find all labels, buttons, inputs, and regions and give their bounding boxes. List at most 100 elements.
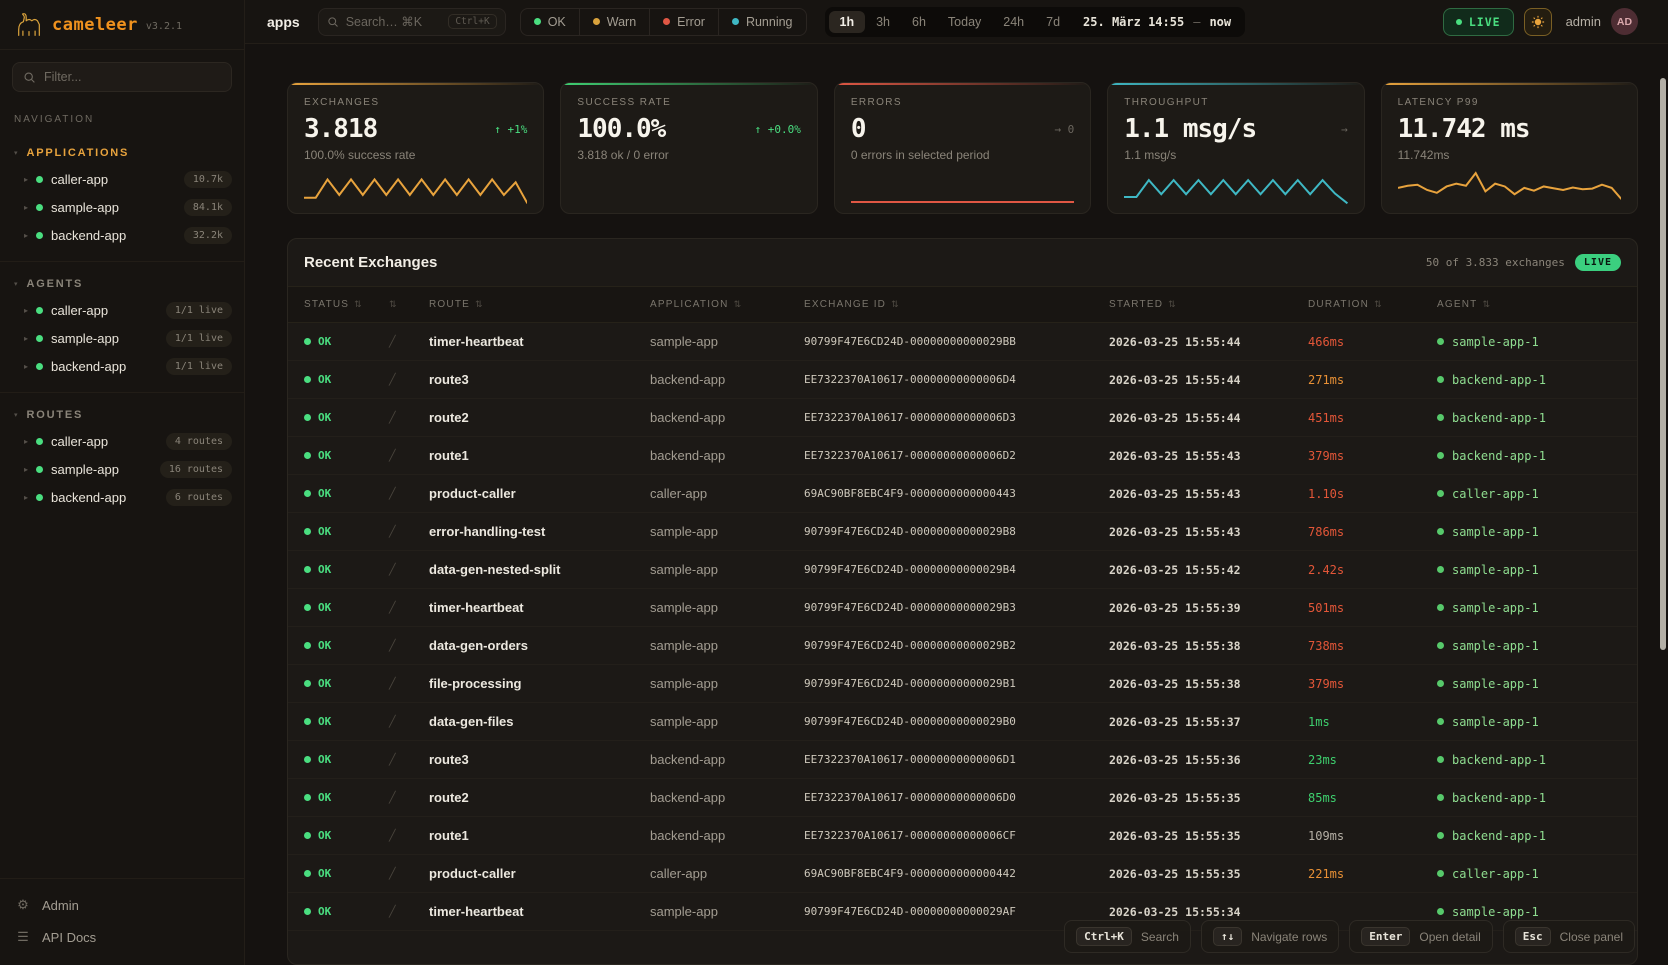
hint-close-panel: EscClose panel — [1503, 920, 1635, 953]
time-range-today[interactable]: Today — [937, 11, 992, 33]
table-row[interactable]: OK╱timer-heartbeatsample-app90799F47E6CD… — [288, 323, 1637, 361]
column-header-route[interactable]: ROUTE⇅ — [429, 299, 650, 310]
table-row[interactable]: OK╱data-gen-orderssample-app90799F47E6CD… — [288, 627, 1637, 665]
route-cell: route3 — [429, 752, 650, 767]
column-header-agent[interactable]: AGENT⇅ — [1437, 299, 1621, 310]
column-header-trend[interactable]: ⇅ — [389, 299, 429, 310]
sort-icon: ⇅ — [1168, 299, 1177, 310]
nav-section-agents: ▾AGENTS▸caller-app1/1 live▸sample-app1/1… — [0, 261, 244, 392]
stat-card-throughput[interactable]: THROUGHPUT1.1 msg/s→1.1 msg/s — [1107, 82, 1364, 214]
table-row[interactable]: OK╱route1backend-appEE7322370A10617-0000… — [288, 817, 1637, 855]
table-row[interactable]: OK╱error-handling-testsample-app90799F47… — [288, 513, 1637, 551]
scrollbar[interactable] — [1658, 0, 1668, 965]
table-row[interactable]: OK╱data-gen-filessample-app90799F47E6CD2… — [288, 703, 1637, 741]
agent-cell: backend-app-1 — [1437, 373, 1621, 387]
table-row[interactable]: OK╱route3backend-appEE7322370A10617-0000… — [288, 361, 1637, 399]
sidebar-item-label: caller-app — [51, 303, 158, 318]
sidebar-item-backend-app[interactable]: ▸backend-app1/1 live — [0, 352, 244, 380]
status-text: OK — [318, 525, 331, 538]
status-filter-ok[interactable]: OK — [521, 9, 579, 35]
sidebar-item-label: backend-app — [51, 490, 158, 505]
sidebar-item-caller-app[interactable]: ▸caller-app10.7k — [0, 165, 244, 193]
navigation-label: NAVIGATION — [0, 96, 244, 131]
agent-name: caller-app-1 — [1452, 487, 1539, 501]
sidebar-item-backend-app[interactable]: ▸backend-app6 routes — [0, 483, 244, 511]
section-header-agents[interactable]: ▾AGENTS — [0, 272, 244, 296]
column-header-status[interactable]: STATUS⇅ — [304, 299, 389, 310]
avatar[interactable]: AD — [1611, 8, 1638, 35]
column-header-duration[interactable]: DURATION⇅ — [1308, 299, 1437, 310]
started-cell: 2026-03-25 15:55:43 — [1109, 449, 1308, 463]
time-range-7d[interactable]: 7d — [1035, 11, 1071, 33]
time-range-3h[interactable]: 3h — [865, 11, 901, 33]
exchange-id-cell: 90799F47E6CD24D-00000000000029AF — [804, 905, 1109, 918]
ok-dot-icon — [304, 680, 311, 687]
table-row[interactable]: OK╱data-gen-nested-splitsample-app90799F… — [288, 551, 1637, 589]
agent-cell: sample-app-1 — [1437, 677, 1621, 691]
sidebar-item-backend-app[interactable]: ▸backend-app32.2k — [0, 221, 244, 249]
column-header-application[interactable]: APPLICATION⇅ — [650, 299, 804, 310]
column-header-started[interactable]: STARTED⇅ — [1109, 299, 1308, 310]
table-row[interactable]: OK╱route2backend-appEE7322370A10617-0000… — [288, 779, 1637, 817]
agent-cell: sample-app-1 — [1437, 335, 1621, 349]
table-row[interactable]: OK╱route1backend-appEE7322370A10617-0000… — [288, 437, 1637, 475]
sidebar-item-caller-app[interactable]: ▸caller-app4 routes — [0, 427, 244, 455]
time-range-24h[interactable]: 24h — [992, 11, 1035, 33]
table-row[interactable]: OK╱file-processingsample-app90799F47E6CD… — [288, 665, 1637, 703]
status-dot-icon — [36, 204, 43, 211]
table-row[interactable]: OK╱route2backend-appEE7322370A10617-0000… — [288, 399, 1637, 437]
section-header-routes[interactable]: ▾ROUTES — [0, 403, 244, 427]
table-row[interactable]: OK╱timer-heartbeatsample-app90799F47E6CD… — [288, 589, 1637, 627]
theme-toggle-button[interactable] — [1524, 8, 1552, 36]
status-dot-icon — [36, 466, 43, 473]
sidebar-item-badge: 4 routes — [166, 433, 232, 450]
stat-card-latency-p99[interactable]: LATENCY P9911.742 ms11.742ms — [1381, 82, 1638, 214]
started-cell: 2026-03-25 15:55:43 — [1109, 525, 1308, 539]
stat-card-exchanges[interactable]: EXCHANGES3.818↑ +1%100.0% success rate — [287, 82, 544, 214]
live-button[interactable]: LIVE — [1443, 8, 1514, 36]
exchange-id-cell: 90799F47E6CD24D-00000000000029B1 — [804, 677, 1109, 690]
table-row[interactable]: OK╱route3backend-appEE7322370A10617-0000… — [288, 741, 1637, 779]
agent-dot-icon — [1437, 718, 1444, 725]
started-cell: 2026-03-25 15:55:35 — [1109, 867, 1308, 881]
stat-card-errors[interactable]: ERRORS0→ 00 errors in selected period — [834, 82, 1091, 214]
status-dot-icon — [36, 494, 43, 501]
date-separator: – — [1193, 15, 1200, 29]
logo[interactable]: cameleer v3.2.1 — [0, 0, 244, 50]
application-cell: sample-app — [650, 714, 804, 729]
time-range-6h[interactable]: 6h — [901, 11, 937, 33]
table-row[interactable]: OK╱product-callercaller-app69AC90BF8EBC4… — [288, 475, 1637, 513]
status-filter-error[interactable]: Error — [649, 9, 718, 35]
filter-wrap: Filter... — [0, 50, 244, 96]
exchange-id-cell: 69AC90BF8EBC4F9-0000000000000442 — [804, 867, 1109, 880]
nav-section-applications: ▾APPLICATIONS▸caller-app10.7k▸sample-app… — [0, 131, 244, 261]
stat-subtitle: 0 errors in selected period — [851, 148, 1074, 162]
time-range-1h[interactable]: 1h — [829, 11, 866, 33]
ok-dot-icon — [304, 604, 311, 611]
column-header-exchange-id[interactable]: EXCHANGE ID⇅ — [804, 299, 1109, 310]
application-cell: backend-app — [650, 828, 804, 843]
started-cell: 2026-03-25 15:55:44 — [1109, 373, 1308, 387]
started-cell: 2026-03-25 15:55:44 — [1109, 411, 1308, 425]
key-badge: Ctrl+K — [1076, 927, 1132, 946]
sidebar-footer-admin[interactable]: ⚙Admin — [0, 889, 244, 921]
agent-cell: sample-app-1 — [1437, 715, 1621, 729]
sidebar-item-sample-app[interactable]: ▸sample-app1/1 live — [0, 324, 244, 352]
sort-icon: ⇅ — [891, 299, 900, 310]
panel-title: Recent Exchanges — [304, 254, 437, 271]
date-range-display[interactable]: 25. März 14:55–now — [1083, 15, 1241, 29]
scrollbar-thumb[interactable] — [1660, 78, 1666, 650]
sidebar-item-sample-app[interactable]: ▸sample-app16 routes — [0, 455, 244, 483]
status-filter-running[interactable]: Running — [718, 9, 806, 35]
table-row[interactable]: OK╱product-callercaller-app69AC90BF8EBC4… — [288, 855, 1637, 893]
global-search-input[interactable]: Search… ⌘K Ctrl+K — [318, 8, 506, 36]
stat-card-success-rate[interactable]: SUCCESS RATE100.0%↑ +0.0%3.818 ok / 0 er… — [560, 82, 817, 214]
sidebar-item-caller-app[interactable]: ▸caller-app1/1 live — [0, 296, 244, 324]
sidebar-footer-api-docs[interactable]: ☰API Docs — [0, 921, 244, 953]
sidebar-item-sample-app[interactable]: ▸sample-app84.1k — [0, 193, 244, 221]
route-cell: route1 — [429, 448, 650, 463]
status-text: OK — [318, 335, 331, 348]
status-filter-warn[interactable]: Warn — [579, 9, 649, 35]
sidebar-filter-input[interactable]: Filter... — [12, 62, 232, 92]
section-header-applications[interactable]: ▾APPLICATIONS — [0, 141, 244, 165]
